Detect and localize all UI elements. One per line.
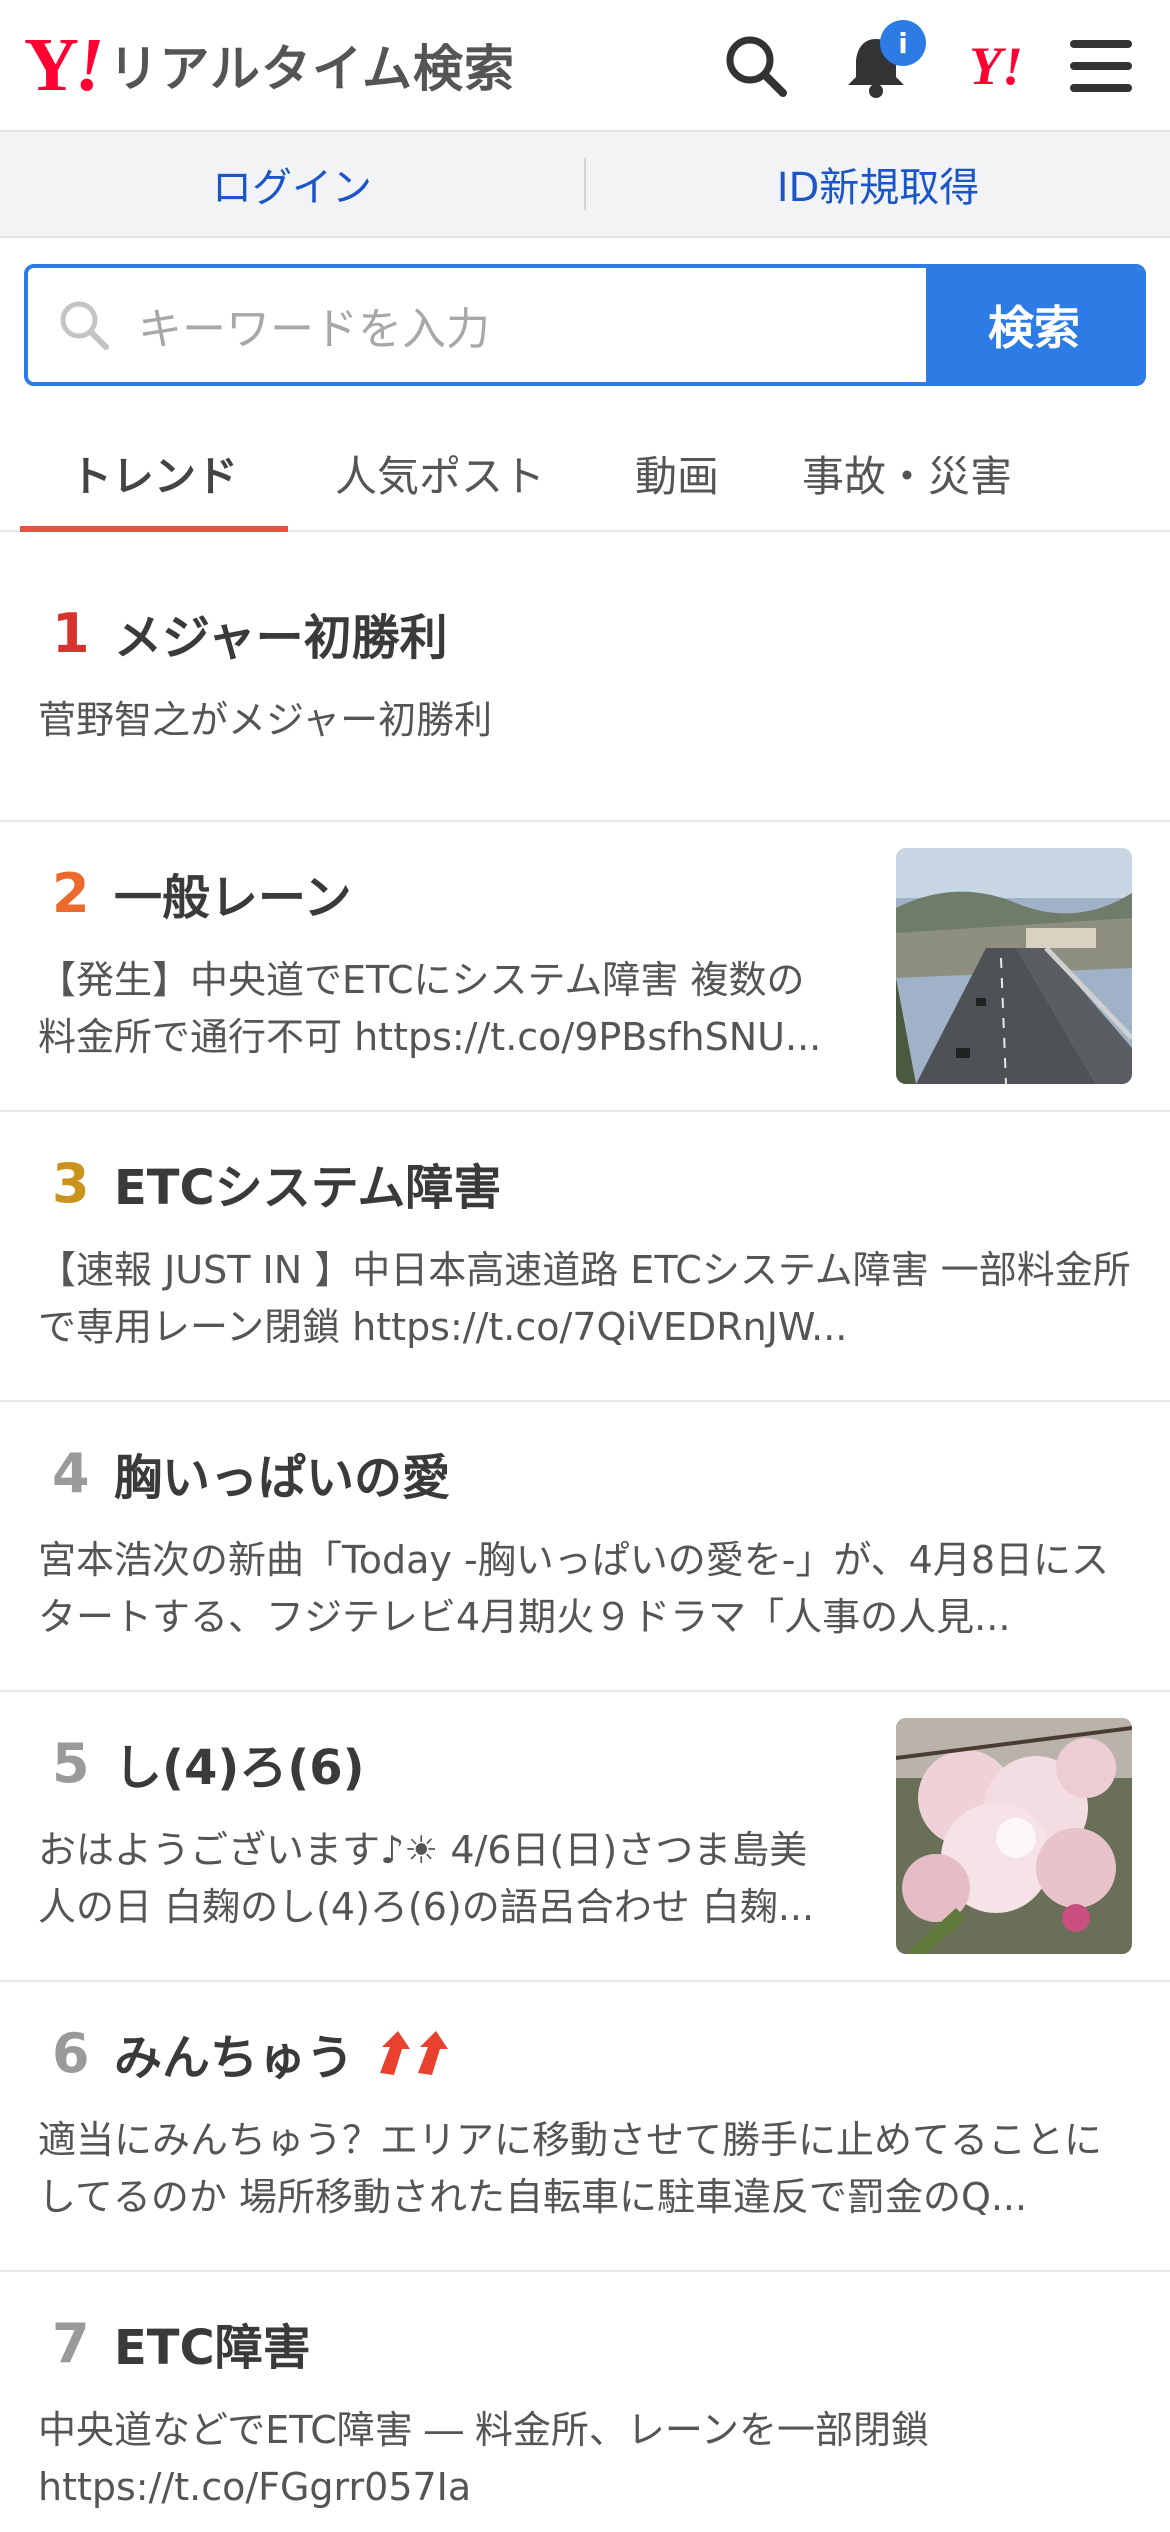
trend-description: おはようございます♪☀ 4/6日(日)さつま島美人の日 白麹のし(4)ろ(6)の… [38,1828,815,1929]
bell-icon[interactable]: i [816,0,936,132]
trend-title-row: 6 みんちゅう [38,2018,1132,2088]
trend-list: 1 メジャー初勝利 菅野智之がメジャー初勝利 2 一般レーン 【発生】中央道でE… [0,532,1170,2512]
account-bar: ログイン ID新規取得 [0,132,1170,238]
trend-rank: 7 [52,2311,90,2375]
notification-badge: i [880,20,926,66]
trend-title-row: 7 ETC障害 [38,2308,1132,2378]
trend-title: し(4)ろ(6) [114,1740,365,1796]
header-icons: i Y! [696,0,1146,132]
highway-thumbnail[interactable] [896,848,1132,1084]
login-link[interactable]: ログイン [0,155,584,213]
trend-description: 中央道などでETC障害 ― 料金所、レーンを一部閉鎖 https://t.co/… [38,2408,930,2509]
trend-title: 胸いっぱいの愛 [114,1450,451,1506]
trend-title: メジャー初勝利 [114,610,448,666]
trend-rank: 6 [52,2021,90,2085]
trend-title: ETCシステム障害 [114,1160,502,1216]
logo-y: Y [24,22,79,107]
trend-title-row: 1 メジャー初勝利 [38,598,1132,668]
trend-rank: 3 [52,1151,90,1215]
trend-description: 適当にみんちゅう？エリアに移動させて勝手に止めてることにしてるのか 場所移動され… [38,2118,1103,2219]
trend-rank: 5 [52,1731,90,1795]
trend-item-3[interactable]: 3 ETCシステム障害 【速報 JUST IN 】中日本高速道路 ETCシステム… [0,1112,1170,1402]
tab-video[interactable]: 動画 [592,416,762,530]
trend-title: 一般レーン [114,870,352,926]
search-area: キーワードを入力 検索 [0,238,1170,386]
trend-description: 【速報 JUST IN 】中日本高速道路 ETCシステム障害 一部料金所で専用レ… [38,1248,1131,1349]
yahoo-japan-icon[interactable]: Y! [936,0,1056,132]
tab-popular-posts[interactable]: 人気ポスト [288,416,592,530]
trend-rank: 1 [52,601,90,665]
trend-item-6[interactable]: 6 みんちゅう 適当にみんちゅう？エリアに移動させて勝手に止めてることにしてるの… [0,1982,1170,2272]
category-tabs: トレンド 人気ポスト 動画 事故・災害 [0,416,1170,532]
tab-accident-disaster[interactable]: 事故・災害 [762,416,1052,530]
trend-title-row: 3 ETCシステム障害 [38,1148,1132,1218]
rising-arrows-icon [376,2029,458,2077]
trend-rank: 2 [52,861,90,925]
tab-trend[interactable]: トレンド [20,416,288,532]
trend-item-4[interactable]: 4 胸いっぱいの愛 宮本浩次の新曲「Today -胸いっぱいの愛を-」が、4月8… [0,1402,1170,1692]
trend-rank: 4 [52,1441,90,1505]
search-icon[interactable] [696,0,816,132]
search-box: キーワードを入力 検索 [24,264,1146,386]
trend-item-5[interactable]: 5 し(4)ろ(6) おはようございます♪☀ 4/6日(日)さつま島美人の日 白… [0,1692,1170,1982]
trend-title-row: 2 一般レーン [38,858,832,928]
logo-bang: ! [74,22,105,107]
trend-title-row: 4 胸いっぱいの愛 [38,1438,1132,1508]
logo-text: リアルタイム検索 [108,40,515,98]
trend-item-1[interactable]: 1 メジャー初勝利 菅野智之がメジャー初勝利 [0,532,1170,822]
search-field-icon [60,301,109,350]
search-placeholder: キーワードを入力 [138,304,490,355]
yj-logo-text: Y! [969,36,1023,96]
app-header: Y ! リアルタイム検索 i Y! [0,0,1170,132]
trend-item-7[interactable]: 7 ETC障害 中央道などでETC障害 ― 料金所、レーンを一部閉鎖 https… [0,2272,1170,2512]
hamburger-menu-icon[interactable] [1056,0,1146,132]
search-button[interactable]: 検索 [926,268,1142,382]
trend-title: みんちゅう [114,2030,355,2086]
trend-title: ETC障害 [114,2320,311,2376]
trend-description: 菅野智之がメジャー初勝利 [38,698,493,742]
trend-item-2[interactable]: 2 一般レーン 【発生】中央道でETCにシステム障害 複数の料金所で通行不可 h… [0,822,1170,1112]
search-input[interactable]: キーワードを入力 [28,268,926,382]
trend-description: 【発生】中央道でETCにシステム障害 複数の料金所で通行不可 https://t… [38,958,822,1059]
yahoo-realtime-logo[interactable]: Y ! リアルタイム検索 [24,22,515,109]
cherry-blossom-thumbnail[interactable] [896,1718,1132,1954]
signup-link[interactable]: ID新規取得 [586,155,1170,213]
trend-description: 宮本浩次の新曲「Today -胸いっぱいの愛を-」が、4月8日にスタートする、フ… [38,1538,1109,1639]
trend-title-row: 5 し(4)ろ(6) [38,1728,832,1798]
